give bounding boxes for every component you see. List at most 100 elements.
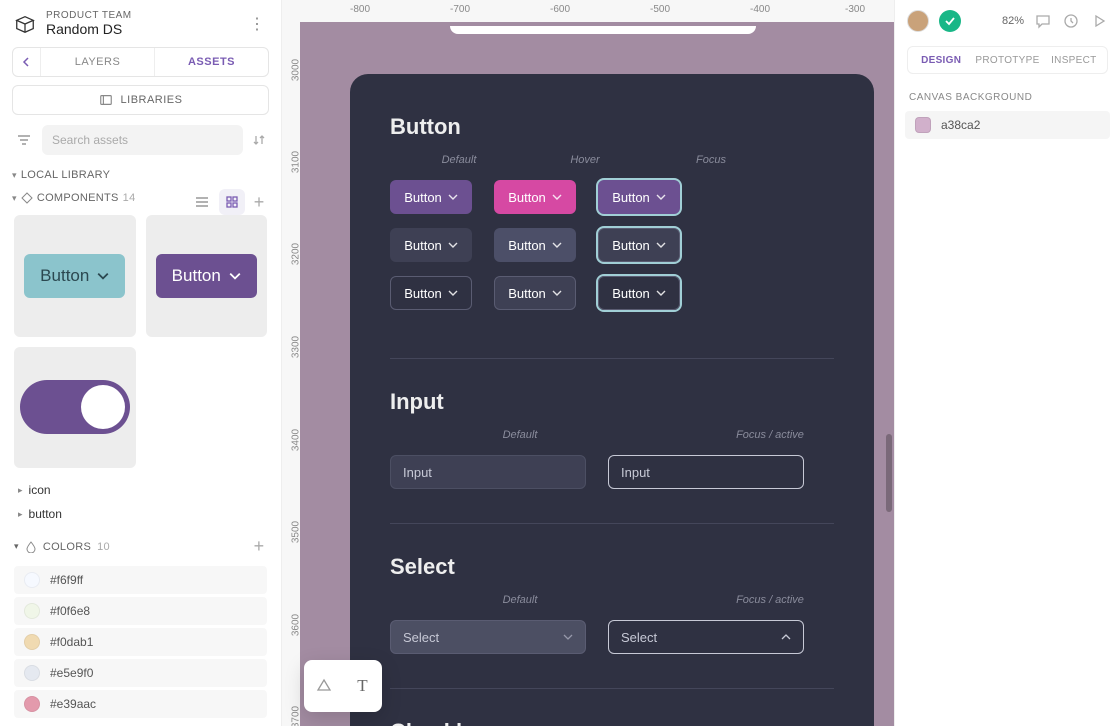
component-tile-toggle[interactable] bbox=[14, 347, 136, 469]
button-primary-focus[interactable]: Button bbox=[598, 180, 680, 214]
chevron-down-icon bbox=[552, 192, 562, 202]
back-button[interactable] bbox=[13, 48, 41, 76]
color-row[interactable]: #e5e9f0 bbox=[14, 659, 267, 687]
ruler-vertical: 30003100320033003400350036003700 bbox=[282, 22, 300, 726]
search-input[interactable] bbox=[42, 125, 243, 155]
drop-icon bbox=[25, 541, 37, 553]
team-name: PRODUCT TEAM bbox=[46, 10, 235, 21]
color-swatch bbox=[24, 696, 40, 712]
component-tile-button-teal[interactable]: Button bbox=[14, 215, 136, 337]
libraries-button[interactable]: LIBRARIES bbox=[12, 85, 269, 115]
shape-tool-icon[interactable] bbox=[311, 673, 337, 699]
ruler-tick: -500 bbox=[650, 4, 670, 15]
canvas-area[interactable]: -800-700-600-500-400-300-200 30003100320… bbox=[282, 0, 894, 726]
sort-icon[interactable] bbox=[249, 133, 269, 147]
floating-toolbar: T bbox=[304, 660, 382, 712]
chevron-down-icon bbox=[229, 270, 241, 282]
comments-icon[interactable] bbox=[1034, 12, 1052, 30]
button-primary-default[interactable]: Button bbox=[390, 180, 472, 214]
play-icon[interactable] bbox=[1090, 12, 1108, 30]
color-label: #e39aac bbox=[50, 697, 96, 711]
tab-layers[interactable]: LAYERS bbox=[41, 48, 154, 76]
chevron-up-icon bbox=[781, 634, 791, 640]
select-default[interactable]: Select bbox=[390, 620, 586, 654]
tab-assets[interactable]: ASSETS bbox=[155, 48, 268, 76]
color-swatch bbox=[24, 603, 40, 619]
design-system-frame[interactable]: Button Default Hover Focus Button Button… bbox=[350, 74, 874, 726]
chevron-down-icon: ▾ bbox=[12, 193, 17, 204]
input-focus[interactable]: Input bbox=[608, 455, 804, 489]
ruler-tick: -600 bbox=[550, 4, 570, 15]
component-tile-button-purple[interactable]: Button bbox=[146, 215, 268, 337]
chevron-down-icon bbox=[656, 240, 666, 250]
left-panel: PRODUCT TEAM Random DS ⋮ LAYERS ASSETS L… bbox=[0, 0, 282, 726]
history-icon[interactable] bbox=[1062, 12, 1080, 30]
chevron-down-icon bbox=[656, 288, 666, 298]
color-row[interactable]: #f6f9ff bbox=[14, 566, 267, 594]
ruler-horizontal: -800-700-600-500-400-300-200 bbox=[300, 0, 894, 22]
ruler-tick: 3200 bbox=[291, 243, 302, 265]
libraries-label: LIBRARIES bbox=[121, 94, 183, 106]
components-header[interactable]: ▾ COMPONENTS 14 bbox=[0, 192, 189, 204]
grid-view-icon[interactable] bbox=[219, 189, 245, 215]
chevron-right-icon: ▸ bbox=[18, 509, 23, 520]
list-view-icon[interactable] bbox=[189, 189, 215, 215]
file-name[interactable]: Random DS bbox=[46, 21, 235, 37]
more-menu-icon[interactable]: ⋮ bbox=[245, 14, 269, 34]
tab-prototype[interactable]: PROTOTYPE bbox=[974, 47, 1040, 73]
add-color-icon[interactable]: + bbox=[249, 536, 269, 557]
ruler-tick: -300 bbox=[845, 4, 865, 15]
tab-design[interactable]: DESIGN bbox=[908, 47, 974, 73]
color-row[interactable]: #f0f6e8 bbox=[14, 597, 267, 625]
ruler-tick: 3100 bbox=[291, 151, 302, 173]
section-title-checkbox: Checkbox bbox=[390, 719, 834, 726]
button-secondary-default[interactable]: Button bbox=[390, 228, 472, 262]
button-primary-hover[interactable]: Button bbox=[494, 180, 576, 214]
color-swatch bbox=[24, 572, 40, 588]
local-library-header[interactable]: ▾ LOCAL LIBRARY bbox=[0, 169, 281, 181]
text-tool-icon[interactable]: T bbox=[350, 673, 376, 699]
app-logo-icon[interactable] bbox=[14, 13, 36, 35]
tab-inspect[interactable]: INSPECT bbox=[1041, 47, 1107, 73]
sync-status-icon[interactable] bbox=[939, 10, 961, 32]
chevron-down-icon bbox=[448, 240, 458, 250]
button-secondary-focus[interactable]: Button bbox=[598, 228, 680, 262]
button-secondary-hover[interactable]: Button bbox=[494, 228, 576, 262]
tree-item-button[interactable]: ▸ button bbox=[0, 502, 281, 526]
color-label: #f0f6e8 bbox=[50, 604, 90, 618]
right-panel: 82% DESIGN PROTOTYPE INSPECT CANVAS BACK… bbox=[894, 0, 1120, 726]
ruler-tick: -400 bbox=[750, 4, 770, 15]
ruler-tick: 3700 bbox=[291, 706, 302, 726]
filter-icon[interactable] bbox=[12, 126, 36, 154]
section-title-input: Input bbox=[390, 389, 834, 415]
input-default[interactable]: Input bbox=[390, 455, 586, 489]
scrollbar-thumb[interactable] bbox=[886, 434, 892, 512]
canvas-bg-color[interactable]: a38ca2 bbox=[905, 111, 1110, 139]
chevron-down-icon: ▾ bbox=[14, 541, 19, 552]
chevron-down-icon bbox=[563, 634, 573, 640]
chevron-down-icon bbox=[656, 192, 666, 202]
chevron-down-icon bbox=[552, 240, 562, 250]
zoom-level[interactable]: 82% bbox=[1002, 15, 1024, 27]
ruler-tick: -800 bbox=[350, 4, 370, 15]
color-label: #f6f9ff bbox=[50, 573, 83, 587]
button-outline-hover[interactable]: Button bbox=[494, 276, 576, 310]
canvas-bg-title: CANVAS BACKGROUND bbox=[895, 78, 1120, 111]
user-avatar[interactable] bbox=[907, 10, 929, 32]
colors-header[interactable]: ▾ COLORS 10 + bbox=[0, 526, 281, 563]
chevron-down-icon bbox=[552, 288, 562, 298]
toggle-switch bbox=[20, 380, 130, 434]
select-focus[interactable]: Select bbox=[608, 620, 804, 654]
color-row[interactable]: #f0dab1 bbox=[14, 628, 267, 656]
ruler-tick: 3500 bbox=[291, 521, 302, 543]
tree-item-icon[interactable]: ▸ icon bbox=[0, 478, 281, 502]
button-outline-default[interactable]: Button bbox=[390, 276, 472, 310]
ruler-tick: 3300 bbox=[291, 336, 302, 358]
add-component-icon[interactable]: + bbox=[249, 192, 269, 213]
color-swatch bbox=[915, 117, 931, 133]
chevron-down-icon bbox=[448, 192, 458, 202]
button-outline-focus[interactable]: Button bbox=[598, 276, 680, 310]
ruler-tick: -700 bbox=[450, 4, 470, 15]
color-swatch bbox=[24, 634, 40, 650]
color-row[interactable]: #e39aac bbox=[14, 690, 267, 718]
